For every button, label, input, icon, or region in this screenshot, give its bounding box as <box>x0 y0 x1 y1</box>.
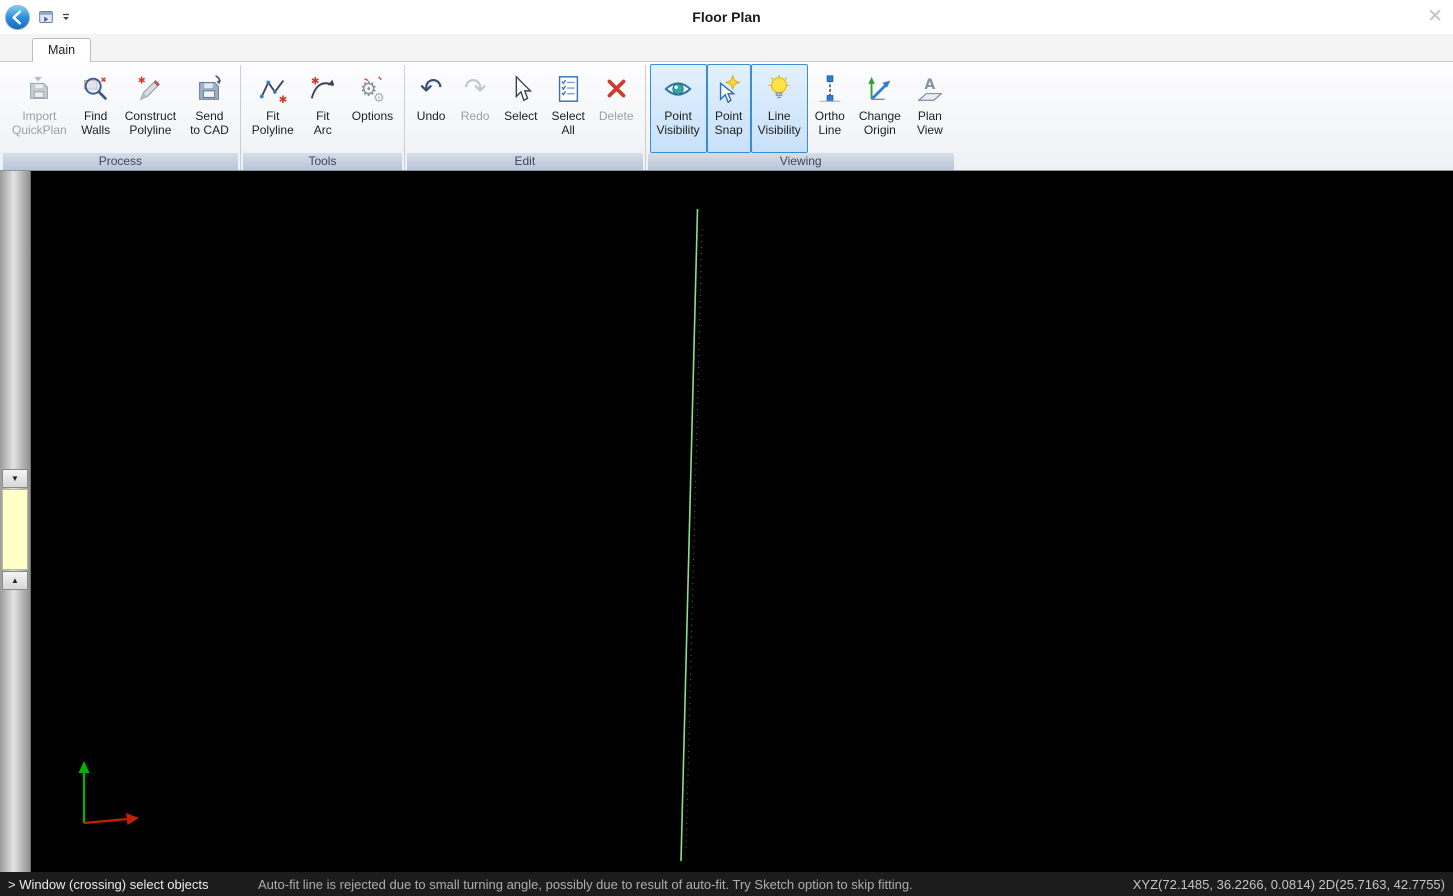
command-prompt: > Window (crossing) select objects <box>8 877 258 892</box>
group-label-tools: Tools <box>243 153 402 170</box>
panel-scroll-down-button[interactable]: ▼ <box>2 469 28 488</box>
splitter-track <box>0 590 30 872</box>
change-origin-button[interactable]: Change Origin <box>852 64 908 153</box>
ribbon-body: Import QuickPlan Find Walls <box>0 62 1453 170</box>
main-area: ▼ ▲ <box>0 171 1453 872</box>
select-button[interactable]: Select <box>497 64 544 153</box>
button-label: Fit Arc <box>314 109 332 137</box>
redo-icon: ↷ <box>464 71 487 107</box>
ortho-line-button[interactable]: Ortho Line <box>808 64 852 153</box>
button-label: Fit Polyline <box>252 109 294 137</box>
select-icon <box>506 71 536 107</box>
point-visibility-button[interactable]: Point Visibility <box>650 64 707 153</box>
triangle-down-icon: ▼ <box>11 474 19 483</box>
options-icon: ⚙ ⚙ <box>357 71 387 107</box>
coordinate-readout: XYZ(72.1485, 36.2266, 0.0814) 2D(25.7163… <box>1133 877 1445 892</box>
panel-grip[interactable] <box>2 489 28 570</box>
group-label-edit: Edit <box>407 153 642 170</box>
button-label: Point Snap <box>715 109 743 137</box>
button-label: Point Visibility <box>657 109 700 137</box>
ribbon-group-tools: ✱ Fit Polyline ✱ Fit <box>242 62 403 170</box>
close-button[interactable]: ✕ <box>1427 4 1443 30</box>
window-title: Floor Plan <box>692 9 760 25</box>
svg-text:A: A <box>924 77 935 93</box>
left-panel-splitter[interactable]: ▼ ▲ <box>0 171 31 872</box>
fitted-line <box>681 209 698 861</box>
fit-polyline-icon: ✱ <box>258 71 288 107</box>
back-arrow-icon <box>4 4 31 31</box>
plan-view-button[interactable]: A Plan View <box>908 64 952 153</box>
select-all-icon <box>553 71 583 107</box>
tab-main[interactable]: Main <box>32 38 91 62</box>
import-quickplan-icon <box>24 71 54 107</box>
svg-text:⚙: ⚙ <box>373 91 385 104</box>
group-label-viewing: Viewing <box>648 153 954 170</box>
send-to-cad-button[interactable]: Send to CAD <box>183 64 236 153</box>
canvas-graphics <box>31 171 1453 872</box>
button-label: Construct Polyline <box>125 109 176 137</box>
title-bar: Floor Plan ✕ <box>0 0 1453 34</box>
group-label-process: Process <box>3 153 238 170</box>
button-label: Delete <box>599 109 634 123</box>
app-window: Floor Plan ✕ Main <box>0 0 1453 896</box>
change-origin-icon <box>865 71 895 107</box>
button-label: Find Walls <box>81 109 110 137</box>
delete-icon <box>601 71 631 107</box>
status-message: Auto-fit line is rejected due to small t… <box>258 877 1121 892</box>
ortho-line-icon <box>815 71 845 107</box>
point-snap-button[interactable]: Point Snap <box>707 64 751 153</box>
button-label: Redo <box>461 109 490 123</box>
back-button[interactable] <box>4 4 31 31</box>
svg-text:✱: ✱ <box>278 94 287 104</box>
import-quickplan-button[interactable]: Import QuickPlan <box>5 64 74 153</box>
quick-access-save-icon[interactable] <box>37 8 55 26</box>
button-label: Options <box>352 109 393 123</box>
button-label: Select All <box>552 109 585 137</box>
point-visibility-icon <box>663 71 693 107</box>
button-label: Import QuickPlan <box>12 109 67 137</box>
line-visibility-icon <box>764 71 794 107</box>
ribbon: Main Import QuickPl <box>0 34 1453 171</box>
button-label: Plan View <box>917 109 943 137</box>
ribbon-tab-row: Main <box>0 34 1453 62</box>
line-visibility-button[interactable]: Line Visibility <box>751 64 808 153</box>
ribbon-separator <box>645 65 646 170</box>
ribbon-group-viewing: Point Visibility Point Snap <box>647 62 955 170</box>
drawing-canvas[interactable] <box>31 171 1453 872</box>
delete-button[interactable]: Delete <box>592 64 641 153</box>
send-to-cad-icon <box>194 71 224 107</box>
point-snap-icon <box>714 71 744 107</box>
plan-view-icon: A <box>915 71 945 107</box>
ribbon-group-edit: ↶ Undo ↷ Redo <box>406 62 643 170</box>
quick-access-overflow-icon[interactable] <box>61 12 71 22</box>
construct-polyline-icon: ✱ <box>135 71 165 107</box>
ucs-axis-indicator <box>79 761 140 825</box>
fit-polyline-button[interactable]: ✱ Fit Polyline <box>245 64 301 153</box>
find-walls-icon <box>81 71 111 107</box>
construct-polyline-button[interactable]: ✱ Construct Polyline <box>118 64 183 153</box>
undo-button[interactable]: ↶ Undo <box>409 64 453 153</box>
ribbon-separator <box>240 65 241 170</box>
status-bar: > Window (crossing) select objects Auto-… <box>0 872 1453 896</box>
button-label: Line Visibility <box>758 109 801 137</box>
splitter-track <box>0 171 30 469</box>
options-button[interactable]: ⚙ ⚙ Options <box>345 64 400 153</box>
select-all-button[interactable]: Select All <box>545 64 592 153</box>
button-label: Change Origin <box>859 109 901 137</box>
find-walls-button[interactable]: Find Walls <box>74 64 118 153</box>
svg-text:✱: ✱ <box>311 75 320 87</box>
fit-arc-icon: ✱ <box>308 71 338 107</box>
ribbon-group-process: Import QuickPlan Find Walls <box>2 62 239 170</box>
panel-scroll-up-button[interactable]: ▲ <box>2 571 28 590</box>
fit-arc-button[interactable]: ✱ Fit Arc <box>301 64 345 153</box>
button-label: Select <box>504 109 537 123</box>
ribbon-separator <box>404 65 405 170</box>
redo-button[interactable]: ↷ Redo <box>453 64 497 153</box>
svg-text:✱: ✱ <box>138 75 146 86</box>
button-label: Undo <box>417 109 446 123</box>
triangle-up-icon: ▲ <box>11 576 19 585</box>
button-label: Send to CAD <box>190 109 229 137</box>
undo-icon: ↶ <box>420 71 443 107</box>
button-label: Ortho Line <box>815 109 845 137</box>
